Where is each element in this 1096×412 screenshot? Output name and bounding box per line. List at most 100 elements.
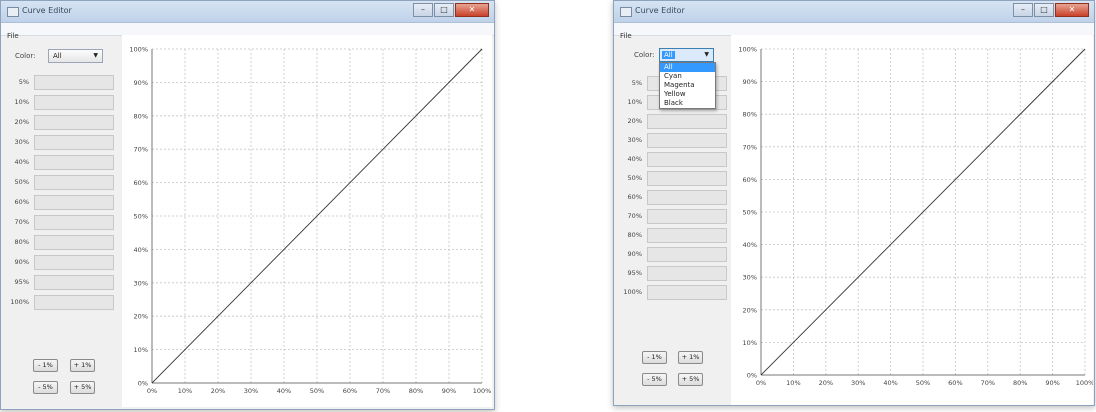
level-label: 5% [18,78,29,86]
level-input[interactable] [34,275,114,290]
level-label: 50% [627,174,642,182]
level-row: 40% [614,151,731,168]
level-row: 90% [614,246,731,263]
color-option[interactable]: Magenta [660,81,715,90]
close-button[interactable]: ✕ [455,3,489,17]
y-tick-label: 100% [129,46,148,54]
level-label: 95% [627,269,642,277]
level-input[interactable] [647,247,727,262]
level-row: 30% [1,134,118,151]
level-input[interactable] [34,135,114,150]
plus-1-button[interactable]: + 1% [70,359,95,372]
level-input[interactable] [647,285,727,300]
y-tick-label: 0% [747,372,757,380]
level-label: 50% [14,178,29,186]
minus-1-button[interactable]: - 1% [642,351,667,364]
color-option[interactable]: Yellow [660,90,715,99]
x-tick-label: 40% [277,387,291,395]
level-input[interactable] [34,215,114,230]
level-row: 100% [614,284,731,301]
level-input[interactable] [647,152,727,167]
level-input[interactable] [647,266,727,281]
x-tick-label: 30% [851,379,865,387]
level-input[interactable] [647,133,727,148]
level-input[interactable] [34,195,114,210]
left-panel: Color: All ▼ 5% 10% 20% 30% 40% 50% 60% … [1,35,118,409]
level-label: 30% [627,136,642,144]
level-row: 60% [1,194,118,211]
level-input[interactable] [34,115,114,130]
curve-chart[interactable]: 0% 10% 20% 30% 40% 50% 60% 70% 80% 90% 100% 0% 10% 20… [731,35,1094,405]
level-label: 5% [631,79,642,87]
level-input[interactable] [34,75,114,90]
level-row: 80% [1,234,118,251]
title-bar[interactable]: Curve Editor – □ ✕ [1,1,494,23]
level-input[interactable] [34,295,114,310]
curve-chart[interactable]: 0% 10% 20% 30% 40% 50% 60% 70% 80% 90% 100% 0% 10% 20… [122,35,492,407]
x-tick-label: 20% [211,387,225,395]
chevron-down-icon: ▼ [704,51,709,58]
close-button[interactable]: ✕ [1055,3,1089,17]
x-tick-label: 10% [786,379,800,387]
curve-plot-area[interactable]: 0% 10% 20% 30% 40% 50% 60% 70% 80% 90% 100% 0% 10% 20… [731,35,1094,405]
y-tick-label: 80% [134,112,148,120]
level-label: 90% [627,250,642,258]
y-tick-label: 80% [743,111,757,119]
plus-1-button[interactable]: + 1% [678,351,703,364]
color-option[interactable]: Black [660,99,715,108]
window-title: Curve Editor [635,6,685,15]
level-input[interactable] [647,228,727,243]
level-row: 60% [614,189,731,206]
color-label: Color: [634,51,655,59]
app-icon [620,7,632,17]
level-label: 20% [14,118,29,126]
level-label: 40% [627,155,642,163]
level-input[interactable] [647,114,727,129]
curve-editor-window: Curve Editor – □ ✕ File Color: All ▼ 5% … [613,0,1095,406]
level-label: 40% [14,158,29,166]
plus-5-button[interactable]: + 5% [70,381,95,394]
level-input[interactable] [34,235,114,250]
level-input[interactable] [34,255,114,270]
level-label: 100% [623,288,642,296]
color-option[interactable]: Cyan [660,72,715,81]
minus-5-button[interactable]: - 5% [642,373,667,386]
level-input[interactable] [647,171,727,186]
level-label: 30% [14,138,29,146]
level-label: 10% [14,98,29,106]
level-label: 60% [627,193,642,201]
level-label: 20% [627,117,642,125]
level-input[interactable] [34,95,114,110]
minus-5-button[interactable]: - 5% [33,381,58,394]
curve-plot-area[interactable]: 0% 10% 20% 30% 40% 50% 60% 70% 80% 90% 100% 0% 10% 20… [122,35,492,407]
level-input[interactable] [647,209,727,224]
level-row: 20% [1,114,118,131]
title-bar[interactable]: Curve Editor – □ ✕ [614,1,1094,23]
plus-5-button[interactable]: + 5% [678,373,703,386]
level-row: 90% [1,254,118,271]
color-select[interactable]: All ▼ [48,49,103,63]
level-row: 40% [1,154,118,171]
y-tick-label: 20% [134,313,148,321]
level-input[interactable] [34,175,114,190]
level-label: 95% [14,278,29,286]
x-tick-label: 50% [310,387,324,395]
level-input[interactable] [647,190,727,205]
curve-editor-window: Curve Editor – □ ✕ File Color: All ▼ 5% … [0,0,495,410]
minimize-button[interactable]: – [1013,3,1033,17]
minus-1-button[interactable]: - 1% [33,359,58,372]
maximize-button[interactable]: □ [434,3,454,17]
color-option[interactable]: All [660,63,715,72]
level-label: 80% [14,238,29,246]
level-label: 60% [14,198,29,206]
x-tick-label: 10% [178,387,192,395]
x-tick-label: 60% [948,379,962,387]
y-tick-label: 100% [738,46,757,54]
y-tick-label: 50% [134,213,148,221]
minimize-button[interactable]: – [413,3,433,17]
y-tick-label: 30% [743,274,757,282]
color-select[interactable]: All ▼ [659,48,714,62]
level-input[interactable] [34,155,114,170]
y-tick-label: 0% [138,380,148,388]
maximize-button[interactable]: □ [1034,3,1054,17]
